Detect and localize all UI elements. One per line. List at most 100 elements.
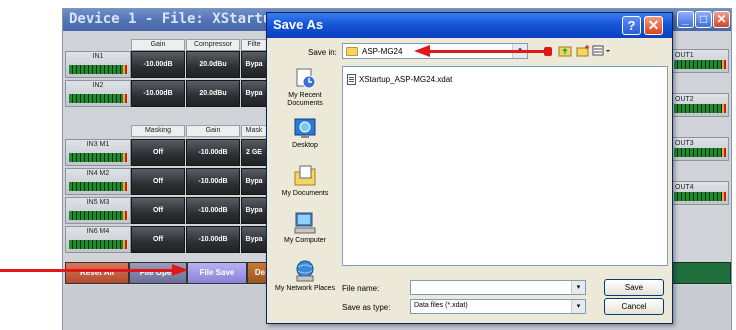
masking-button[interactable]: Off (131, 139, 185, 166)
gain-button[interactable]: -10.00dB (186, 197, 240, 224)
input-label: IN2 (92, 82, 104, 89)
compressor-button[interactable]: 20.0dBu (186, 51, 240, 78)
place-label: My Network Places (275, 285, 335, 292)
annotation-arrow-file-save (0, 269, 172, 272)
level-meter (69, 211, 127, 220)
up-folder-icon[interactable] (558, 44, 572, 57)
reset-all-button[interactable]: Reset All (65, 262, 129, 284)
col-header-masking: Masking (131, 125, 185, 137)
screenshot-stage: Device 1 - File: XStartup_ASP _ □ ✕ Gain… (0, 0, 736, 330)
chevron-down-icon[interactable]: ▾ (571, 281, 585, 294)
my-documents-icon (292, 164, 318, 188)
mic-strip-in3[interactable]: IN3 M1 (65, 139, 131, 166)
arrow-head-icon (414, 45, 430, 57)
my-computer-icon (292, 211, 318, 235)
dialog-titlebar: Save As ? ✕ (267, 13, 672, 38)
app-minimize-button[interactable]: _ (677, 11, 694, 28)
save-button[interactable]: Save (604, 279, 664, 296)
output-label: OUT3 (675, 140, 694, 147)
gain-button[interactable]: -10.00dB (131, 80, 185, 107)
file-save-button[interactable]: File Save (187, 262, 247, 284)
gain-button[interactable]: -10.00dB (131, 51, 185, 78)
filter-button[interactable]: Bypa (241, 51, 267, 78)
col-header-gain: Gain (131, 39, 185, 51)
input-strip-in1[interactable]: IN1 (65, 51, 131, 78)
gain-button[interactable]: -10.00dB (186, 139, 240, 166)
place-label: My Computer (283, 237, 326, 244)
gain-button[interactable]: -10.00dB (186, 168, 240, 195)
mic-strip-in5[interactable]: IN5 M3 (65, 197, 131, 224)
compressor-button[interactable]: 20.0dBu (186, 80, 240, 107)
output-label: OUT4 (675, 184, 694, 191)
file-item[interactable]: XStartup_ASP-MG24.xdat (347, 71, 453, 86)
masking-button[interactable]: Off (131, 197, 185, 224)
level-meter (674, 60, 726, 69)
place-my-documents[interactable]: My Documents (270, 164, 340, 198)
level-meter (69, 240, 127, 249)
file-name-input[interactable]: ▾ (410, 280, 586, 295)
places-bar: My Recent Documents Desktop My Documents… (270, 66, 340, 321)
save-as-type-dropdown[interactable]: Data files (*.xdat) ▾ (410, 299, 586, 314)
mic-strip-in4[interactable]: IN4 M2 (65, 168, 131, 195)
col-header-mask: Mask (241, 125, 267, 137)
save-as-type-label: Save as type: (342, 303, 391, 312)
place-my-recent-documents[interactable]: My Recent Documents (270, 66, 340, 108)
mic-label: IN6 M4 (86, 228, 110, 235)
chevron-down-icon[interactable]: ▾ (571, 300, 585, 313)
network-places-icon (292, 259, 318, 283)
close-button[interactable]: ✕ (644, 16, 663, 35)
filter-button[interactable]: Bypa (241, 80, 267, 107)
level-meter (674, 192, 726, 201)
output-label: OUT1 (675, 52, 694, 59)
output-strip-out4[interactable]: OUT4 (671, 181, 729, 205)
place-label: Desktop (292, 142, 318, 149)
level-meter (69, 153, 127, 162)
save-as-dialog: Save As ? ✕ Save in: ASP-MG24 ▾ My Rec (266, 12, 673, 324)
status-panel (671, 262, 731, 284)
save-as-type-value: Data files (*.xdat) (414, 302, 468, 309)
dialog-title: Save As (273, 17, 324, 32)
input-label: IN1 (92, 53, 104, 60)
mask-button[interactable]: Bypa (241, 197, 267, 224)
output-strip-out3[interactable]: OUT3 (671, 137, 729, 161)
mask-button[interactable]: 2 GE (241, 139, 267, 166)
output-strip-out2[interactable]: OUT2 (671, 93, 729, 117)
level-meter (674, 148, 726, 157)
place-my-computer[interactable]: My Computer (270, 211, 340, 245)
file-item-name: XStartup_ASP-MG24.xdat (359, 75, 453, 85)
masking-button[interactable]: Off (131, 168, 185, 195)
save-in-label: Save in: (308, 48, 337, 57)
app-maximize-button[interactable]: □ (695, 11, 712, 28)
gain-button[interactable]: -10.00dB (186, 226, 240, 253)
mic-strip-in6[interactable]: IN6 M4 (65, 226, 131, 253)
mask-button[interactable]: Bypa (241, 168, 267, 195)
level-meter (69, 182, 127, 191)
app-close-button[interactable]: ✕ (713, 11, 730, 28)
output-label: OUT2 (675, 96, 694, 103)
mic-label: IN4 M2 (86, 170, 110, 177)
place-label: My Recent Documents (287, 92, 323, 107)
view-menu-icon[interactable] (592, 44, 612, 57)
place-my-network-places[interactable]: My Network Places (270, 259, 340, 293)
level-meter (69, 94, 127, 103)
recent-documents-icon (292, 66, 318, 90)
arrow-tail-icon (544, 47, 552, 56)
input-strip-in2[interactable]: IN2 (65, 80, 131, 107)
arrow-head-icon (172, 264, 188, 276)
file-list[interactable]: XStartup_ASP-MG24.xdat (342, 66, 668, 266)
masking-button[interactable]: Off (131, 226, 185, 253)
col-header-gain: Gain (186, 125, 240, 137)
place-desktop[interactable]: Desktop (270, 116, 340, 150)
cancel-button[interactable]: Cancel (604, 298, 664, 315)
new-folder-icon[interactable] (576, 44, 590, 57)
col-header-filter: Filte (241, 39, 267, 51)
mask-button[interactable]: Bypa (241, 226, 267, 253)
file-name-label: File name: (342, 284, 380, 293)
level-meter (69, 65, 127, 74)
desktop-icon (292, 116, 318, 140)
help-button[interactable]: ? (622, 16, 641, 35)
folder-icon (346, 47, 358, 56)
output-strip-out1[interactable]: OUT1 (671, 49, 729, 73)
place-label: My Documents (281, 190, 329, 197)
mic-label: IN5 M3 (86, 199, 110, 206)
